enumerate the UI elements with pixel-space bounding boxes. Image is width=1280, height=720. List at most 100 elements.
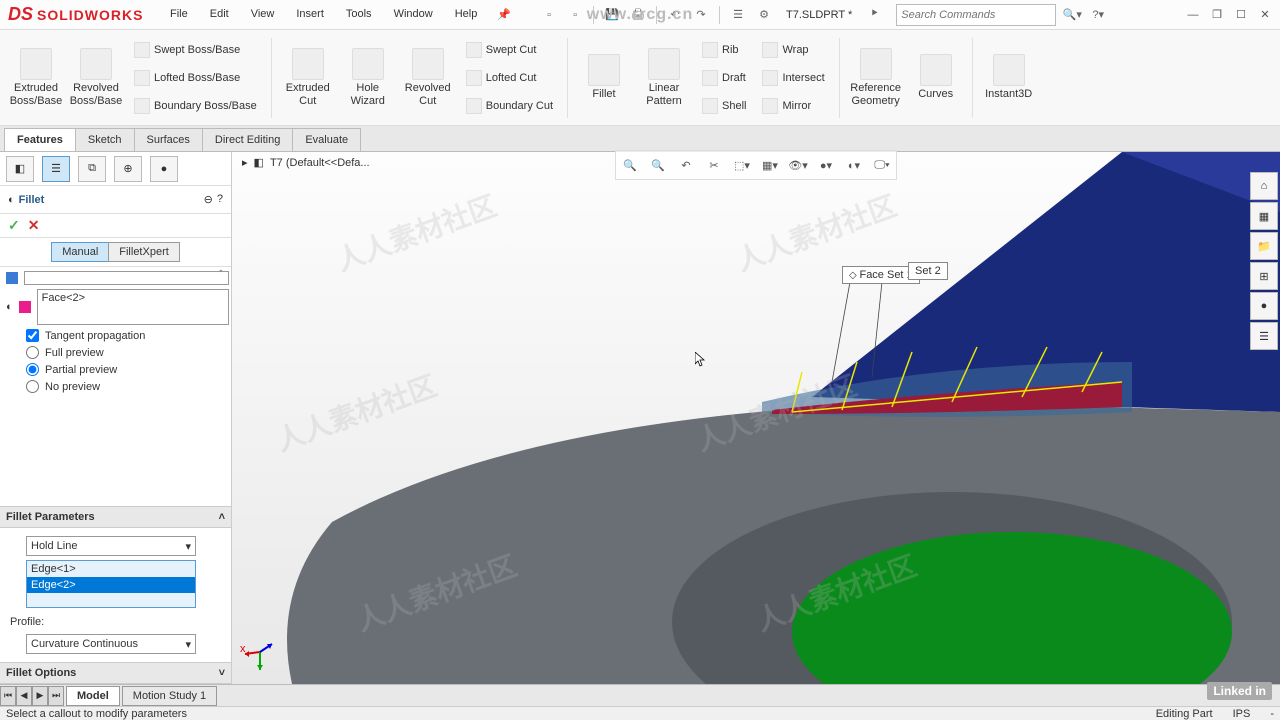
- lofted-cut-button[interactable]: Lofted Cut: [460, 65, 559, 91]
- menu-view[interactable]: View: [241, 4, 285, 25]
- full-preview-row[interactable]: Full preview: [6, 346, 229, 359]
- minimize-icon[interactable]: —: [1182, 4, 1204, 26]
- new-doc-icon[interactable]: ▫: [539, 5, 559, 25]
- resources-icon[interactable]: ▦: [1250, 202, 1278, 230]
- help-icon[interactable]: ?: [217, 193, 223, 206]
- print-icon[interactable]: 🖨: [628, 5, 648, 25]
- open-doc-icon[interactable]: ▫: [565, 5, 585, 25]
- manual-tab[interactable]: Manual: [51, 242, 108, 262]
- boundary-cut-button[interactable]: Boundary Cut: [460, 93, 559, 119]
- search-toggle-icon[interactable]: ⯈: [864, 5, 884, 25]
- no-preview-row[interactable]: No preview: [6, 380, 229, 393]
- axis-triad[interactable]: x: [240, 632, 280, 672]
- tab-sketch[interactable]: Sketch: [75, 128, 135, 151]
- motion-study-tab[interactable]: Motion Study 1: [122, 686, 217, 706]
- callout-face-set-2[interactable]: Set 2: [908, 262, 948, 280]
- menu-window[interactable]: Window: [384, 4, 443, 25]
- search-commands-box[interactable]: [896, 4, 1056, 26]
- draft-button[interactable]: Draft: [696, 65, 752, 91]
- extruded-boss-button[interactable]: Extruded Boss/Base: [8, 38, 64, 118]
- custom-props-icon[interactable]: ☰: [1250, 322, 1278, 350]
- redo-icon[interactable]: ↷: [691, 5, 711, 25]
- partial-preview-radio[interactable]: [26, 363, 39, 376]
- menu-file[interactable]: File: [160, 4, 198, 25]
- tangent-propagation-checkbox[interactable]: [26, 329, 39, 342]
- curves-button[interactable]: Curves: [908, 38, 964, 118]
- last-tab-icon[interactable]: ⏭: [48, 686, 64, 706]
- intersect-button[interactable]: Intersect: [756, 65, 830, 91]
- restore-icon[interactable]: ❐: [1206, 4, 1228, 26]
- feature-tree-tab-icon[interactable]: ◧: [6, 156, 34, 182]
- linear-pattern-button[interactable]: Linear Pattern: [636, 38, 692, 118]
- method-dropdown[interactable]: Hold Line▾: [26, 536, 196, 556]
- search-input[interactable]: [897, 9, 1055, 21]
- edge-item[interactable]: Edge<1>: [27, 561, 195, 577]
- tangent-propagation-row[interactable]: Tangent propagation: [6, 329, 229, 342]
- maximize-icon[interactable]: ☐: [1230, 4, 1252, 26]
- view-palette-icon[interactable]: ⊞: [1250, 262, 1278, 290]
- face-set1-input[interactable]: [24, 271, 229, 285]
- scroll-up-icon[interactable]: ⌃: [217, 269, 225, 280]
- rib-button[interactable]: Rib: [696, 37, 752, 63]
- menu-tools[interactable]: Tools: [336, 4, 382, 25]
- revolved-cut-button[interactable]: Revolved Cut: [400, 38, 456, 118]
- cancel-button[interactable]: ✕: [28, 217, 40, 234]
- face-selection-input[interactable]: Face<2>: [37, 289, 229, 325]
- edge-item-selected[interactable]: Edge<2>: [27, 577, 195, 593]
- next-tab-icon[interactable]: ▶: [32, 686, 48, 706]
- edge-list[interactable]: Edge<1> Edge<2>: [26, 560, 196, 608]
- hole-wizard-button[interactable]: Hole Wizard: [340, 38, 396, 118]
- tab-features[interactable]: Features: [4, 128, 76, 151]
- appearance-tab-icon[interactable]: ●: [150, 156, 178, 182]
- mirror-button[interactable]: Mirror: [756, 93, 830, 119]
- model-tab[interactable]: Model: [66, 686, 120, 706]
- configuration-tab-icon[interactable]: ⧉: [78, 156, 106, 182]
- dimxpert-tab-icon[interactable]: ⊕: [114, 156, 142, 182]
- profile-dropdown[interactable]: Curvature Continuous▾: [26, 634, 196, 654]
- first-tab-icon[interactable]: ⏮: [0, 686, 16, 706]
- wrap-button[interactable]: Wrap: [756, 37, 830, 63]
- reference-geometry-button[interactable]: Reference Geometry: [848, 38, 904, 118]
- settings-gear-icon[interactable]: ⚙: [754, 5, 774, 25]
- options-icon[interactable]: ☰: [728, 5, 748, 25]
- help-pin-icon[interactable]: ⊖: [204, 193, 213, 206]
- tab-direct-editing[interactable]: Direct Editing: [202, 128, 293, 151]
- save-icon[interactable]: 💾: [602, 5, 622, 25]
- graphics-viewport[interactable]: ▸ ◧ T7 (Default<<Defa... 🔍 🔍 ↶ ✂ ⬚▾ ▦▾ 👁…: [232, 152, 1280, 684]
- boundary-boss-button[interactable]: Boundary Boss/Base: [128, 93, 263, 119]
- status-bar: Select a callout to modify parameters Ed…: [0, 706, 1280, 720]
- no-preview-radio[interactable]: [26, 380, 39, 393]
- instant3d-button[interactable]: Instant3D: [981, 38, 1037, 118]
- shell-button[interactable]: Shell: [696, 93, 752, 119]
- pin-icon[interactable]: 📌: [489, 4, 519, 25]
- close-icon[interactable]: ✕: [1254, 4, 1276, 26]
- help-icon[interactable]: ?▾: [1088, 5, 1108, 25]
- prev-tab-icon[interactable]: ◀: [16, 686, 32, 706]
- swept-boss-button[interactable]: Swept Boss/Base: [128, 37, 263, 63]
- extruded-cut-button[interactable]: Extruded Cut: [280, 38, 336, 118]
- swept-cut-button[interactable]: Swept Cut: [460, 37, 559, 63]
- filletxpert-tab[interactable]: FilletXpert: [108, 242, 180, 262]
- full-preview-radio[interactable]: [26, 346, 39, 359]
- tab-evaluate[interactable]: Evaluate: [292, 128, 361, 151]
- menu-insert[interactable]: Insert: [286, 4, 334, 25]
- library-icon[interactable]: 📁: [1250, 232, 1278, 260]
- status-units[interactable]: IPS: [1233, 708, 1251, 720]
- menu-help[interactable]: Help: [445, 4, 488, 25]
- fillet-button[interactable]: Fillet: [576, 38, 632, 118]
- edge-item-empty[interactable]: [27, 593, 195, 607]
- tab-surfaces[interactable]: Surfaces: [134, 128, 203, 151]
- menu-edit[interactable]: Edit: [200, 4, 239, 25]
- search-icon[interactable]: 🔍▾: [1062, 5, 1082, 25]
- ok-button[interactable]: ✓: [8, 217, 20, 234]
- home-icon[interactable]: ⌂: [1250, 172, 1278, 200]
- partial-preview-row[interactable]: Partial preview: [6, 363, 229, 376]
- face-set1-color-icon: [6, 272, 18, 284]
- undo-icon[interactable]: ↶: [665, 5, 685, 25]
- lofted-boss-button[interactable]: Lofted Boss/Base: [128, 65, 263, 91]
- fillet-parameters-header[interactable]: Fillet Parameters˄: [0, 506, 231, 528]
- fillet-options-header[interactable]: Fillet Options˅: [0, 662, 231, 684]
- property-manager-tab-icon[interactable]: ☰: [42, 156, 70, 182]
- revolved-boss-button[interactable]: Revolved Boss/Base: [68, 38, 124, 118]
- appearances-icon[interactable]: ●: [1250, 292, 1278, 320]
